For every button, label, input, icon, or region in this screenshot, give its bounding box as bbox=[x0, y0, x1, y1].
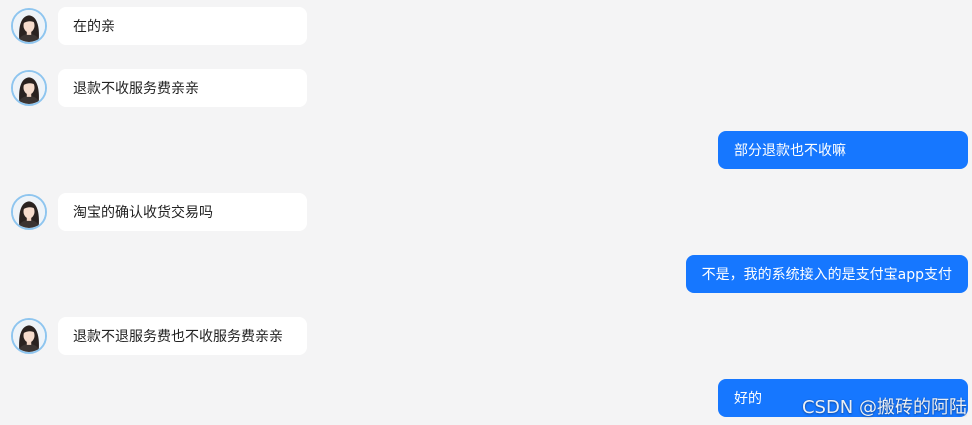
message-text: 部分退款也不收嘛 bbox=[734, 143, 846, 159]
watermark: CSDN @搬砖的阿陆 bbox=[801, 397, 967, 418]
message-text: 不是，我的系统接入的是支付宝app支付 bbox=[701, 267, 952, 283]
agent-avatar bbox=[11, 194, 47, 230]
outgoing-message-bubble: 不是，我的系统接入的是支付宝app支付 bbox=[685, 255, 968, 293]
message-text: 好的 bbox=[734, 391, 762, 407]
incoming-message-bubble: 在的亲 bbox=[58, 7, 307, 45]
incoming-message-bubble: 淘宝的确认收货交易吗 bbox=[58, 193, 307, 231]
message-text: 在的亲 bbox=[73, 19, 115, 35]
agent-avatar-icon bbox=[13, 196, 45, 228]
agent-avatar-icon bbox=[13, 72, 45, 104]
incoming-message-bubble: 退款不收服务费亲亲 bbox=[58, 69, 307, 107]
incoming-message-bubble: 退款不退服务费也不收服务费亲亲 bbox=[58, 317, 307, 355]
agent-avatar bbox=[11, 318, 47, 354]
outgoing-message-bubble: 部分退款也不收嘛 bbox=[718, 131, 968, 169]
agent-avatar-icon bbox=[13, 320, 45, 352]
message-text: 退款不退服务费也不收服务费亲亲 bbox=[73, 329, 283, 345]
agent-avatar bbox=[11, 8, 47, 44]
agent-avatar bbox=[11, 70, 47, 106]
message-text: 退款不收服务费亲亲 bbox=[73, 81, 199, 97]
message-text: 淘宝的确认收货交易吗 bbox=[73, 205, 213, 221]
agent-avatar-icon bbox=[13, 10, 45, 42]
